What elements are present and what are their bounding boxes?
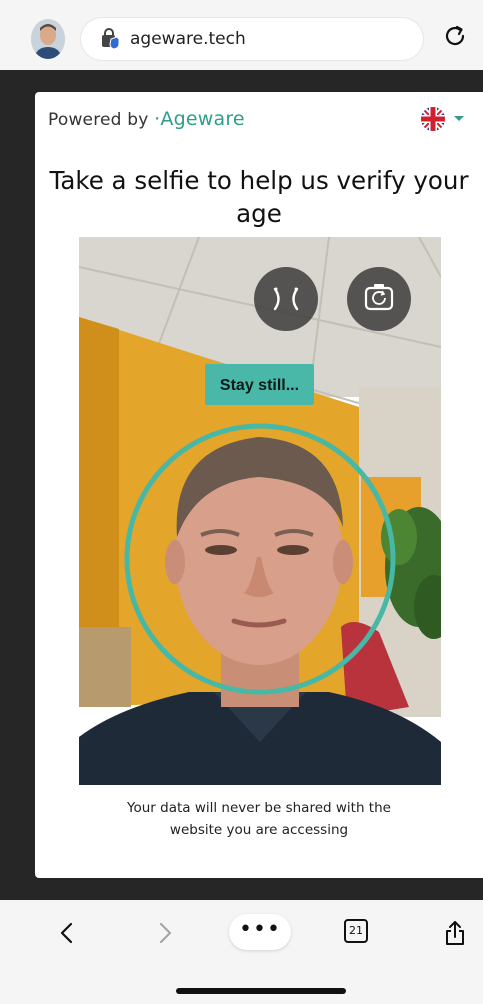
forward-chevron-icon — [159, 922, 172, 944]
screen: ageware.tech Powered by ·Ageware Take a … — [0, 0, 483, 1004]
mirror-flip-button[interactable] — [254, 267, 318, 331]
tabs-button[interactable]: 21 — [344, 919, 368, 943]
powered-by-label: Powered by ·Ageware — [48, 108, 245, 130]
camera-preview: Stay still... — [79, 237, 441, 785]
privacy-note-line1: Your data will never be shared with the — [127, 800, 391, 816]
browser-top-bar: ageware.tech — [0, 0, 483, 70]
user-avatar-icon[interactable] — [31, 19, 65, 59]
share-button[interactable] — [440, 918, 470, 948]
privacy-note: Your data will never be shared with the … — [35, 797, 483, 841]
reload-icon[interactable] — [442, 23, 468, 49]
switch-camera-button[interactable] — [347, 267, 411, 331]
more-options-button[interactable]: ••• — [229, 914, 291, 950]
status-text: Stay still... — [220, 377, 299, 394]
brand-logo: ·Ageware — [154, 108, 245, 130]
language-selector[interactable] — [419, 105, 467, 133]
page-title: Take a selfie to help us verify your age — [49, 166, 469, 228]
url-text: ageware.tech — [130, 29, 246, 49]
share-icon — [446, 921, 464, 945]
back-chevron-icon — [60, 922, 73, 944]
back-button[interactable] — [52, 918, 82, 948]
address-bar[interactable]: ageware.tech — [80, 17, 424, 61]
powered-by-text: Powered by — [48, 110, 149, 130]
chevron-down-icon — [454, 116, 464, 121]
brand-name: Ageware — [160, 108, 245, 130]
uk-flag-icon — [421, 107, 464, 131]
home-indicator — [176, 988, 346, 994]
verification-card: Powered by ·Ageware Take a selfie to hel… — [35, 92, 483, 878]
privacy-note-line2: website you are accessing — [169, 822, 349, 838]
site-security-icon — [98, 28, 120, 50]
forward-button[interactable] — [150, 918, 180, 948]
status-badge: Stay still... — [205, 364, 314, 405]
